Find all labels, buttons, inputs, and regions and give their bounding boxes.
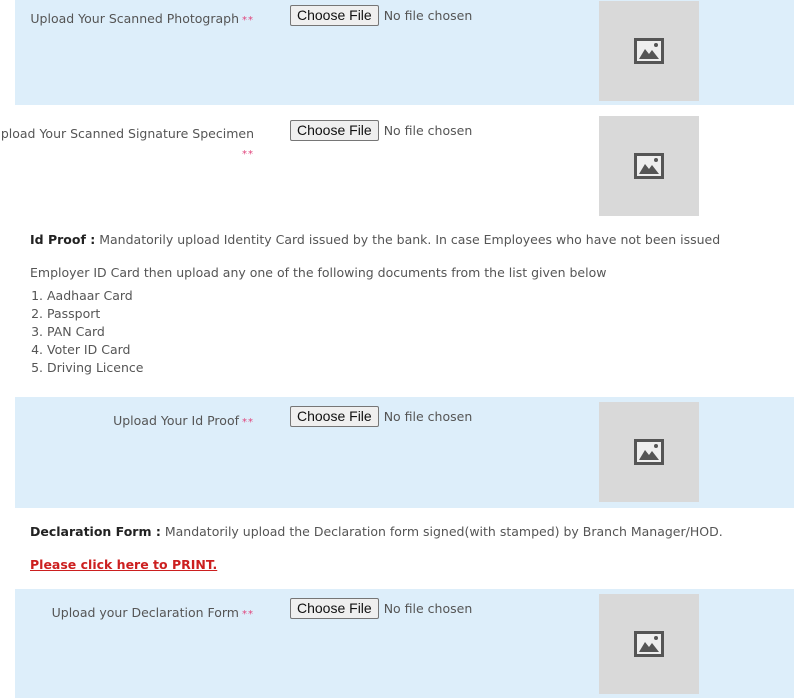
id-proof-instructions: Id Proof : Mandatorily upload Identity C… [30, 232, 721, 247]
choose-file-button[interactable]: Choose File [290, 598, 379, 619]
file-status: No file chosen [383, 409, 473, 424]
print-declaration-link[interactable]: Please click here to PRINT. [30, 557, 217, 572]
photo-label: Upload Your Scanned Photograph ** [30, 11, 254, 26]
id-document-list: Aadhaar Card Passport PAN Card Voter ID … [30, 287, 143, 377]
upload-row-signature: Upload Your Scanned Signature Specimen *… [0, 105, 794, 220]
required-marker: ** [242, 609, 254, 620]
id-proof-instructions-cont: Employer ID Card then upload any one of … [30, 265, 607, 280]
declaration-preview [599, 594, 699, 694]
id-proof-label: Upload Your Id Proof ** [113, 413, 254, 428]
upload-row-id-proof: Upload Your Id Proof ** Choose File No fi… [15, 397, 794, 508]
required-marker: ** [242, 15, 254, 26]
choose-file-button[interactable]: Choose File [290, 406, 379, 427]
declaration-label: Upload your Declaration Form ** [51, 605, 254, 620]
image-placeholder-icon [634, 153, 664, 179]
file-status: No file chosen [383, 601, 473, 616]
signature-file-input[interactable]: Choose File No file chosen [290, 120, 472, 141]
list-item: Driving Licence [47, 359, 143, 377]
signature-label: Upload Your Scanned Signature Specimen *… [0, 126, 254, 160]
file-status: No file chosen [383, 8, 473, 23]
upload-row-declaration: Upload your Declaration Form ** Choose Fi… [15, 589, 794, 698]
file-status: No file chosen [383, 123, 473, 138]
list-item: PAN Card [47, 323, 143, 341]
id-proof-file-input[interactable]: Choose File No file chosen [290, 406, 472, 427]
signature-preview [599, 116, 699, 216]
image-placeholder-icon [634, 439, 664, 465]
list-item: Passport [47, 305, 143, 323]
id-proof-preview [599, 402, 699, 502]
choose-file-button[interactable]: Choose File [290, 120, 379, 141]
image-placeholder-icon [634, 38, 664, 64]
upload-row-photo: Upload Your Scanned Photograph ** Choose … [15, 0, 794, 105]
required-marker: ** [242, 417, 254, 428]
declaration-instructions: Declaration Form : Mandatorily upload th… [30, 524, 723, 539]
list-item: Aadhaar Card [47, 287, 143, 305]
list-item: Voter ID Card [47, 341, 143, 359]
photo-preview [599, 1, 699, 101]
image-placeholder-icon [634, 631, 664, 657]
required-marker: ** [242, 149, 254, 160]
photo-file-input[interactable]: Choose File No file chosen [290, 5, 472, 26]
choose-file-button[interactable]: Choose File [290, 5, 379, 26]
declaration-file-input[interactable]: Choose File No file chosen [290, 598, 472, 619]
